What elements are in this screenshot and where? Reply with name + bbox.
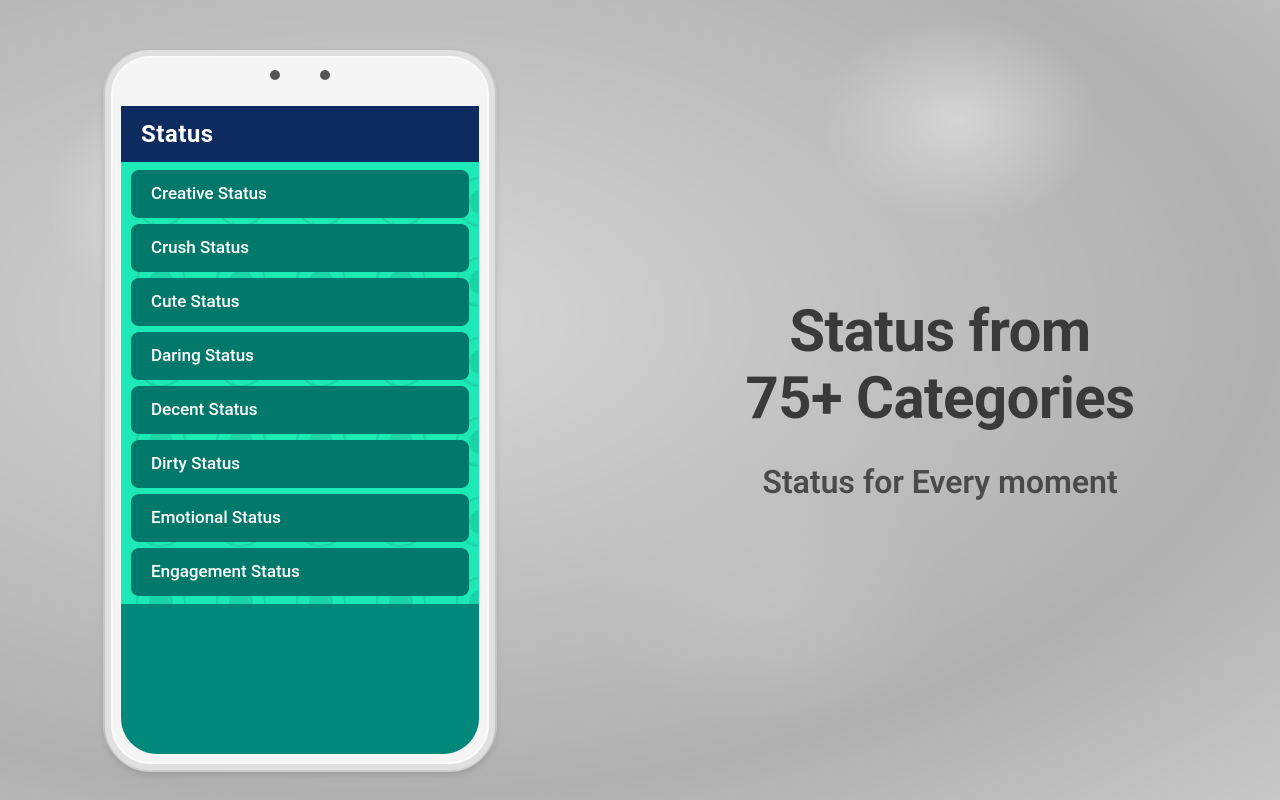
- sub-headline: Status for Every moment: [762, 463, 1117, 501]
- right-panel: Status from75+ Categories Status for Eve…: [600, 0, 1280, 800]
- list-item[interactable]: Creative Status: [131, 170, 469, 218]
- phone-dot-left: [270, 70, 280, 80]
- phone-screen: Status Creative Status Crush Status Cute S…: [121, 106, 479, 754]
- app-header: Status: [121, 106, 479, 162]
- main-headline: Status from75+ Categories: [745, 299, 1134, 432]
- list-item[interactable]: Decent Status: [131, 386, 469, 434]
- list-item[interactable]: Dirty Status: [131, 440, 469, 488]
- phone-wrapper: Status Creative Status Crush Status Cute S…: [60, 0, 540, 800]
- app-title: Status: [141, 120, 214, 148]
- phone-frame: Status Creative Status Crush Status Cute S…: [105, 50, 495, 770]
- list-item[interactable]: Emotional Status: [131, 494, 469, 542]
- app-list: Creative Status Crush Status Cute Status Da…: [121, 162, 479, 604]
- list-item[interactable]: Cute Status: [131, 278, 469, 326]
- list-item[interactable]: Crush Status: [131, 224, 469, 272]
- list-item[interactable]: Daring Status: [131, 332, 469, 380]
- list-item[interactable]: Engagement Status: [131, 548, 469, 596]
- phone-top-bar: [111, 70, 489, 80]
- phone-dot-right: [320, 70, 330, 80]
